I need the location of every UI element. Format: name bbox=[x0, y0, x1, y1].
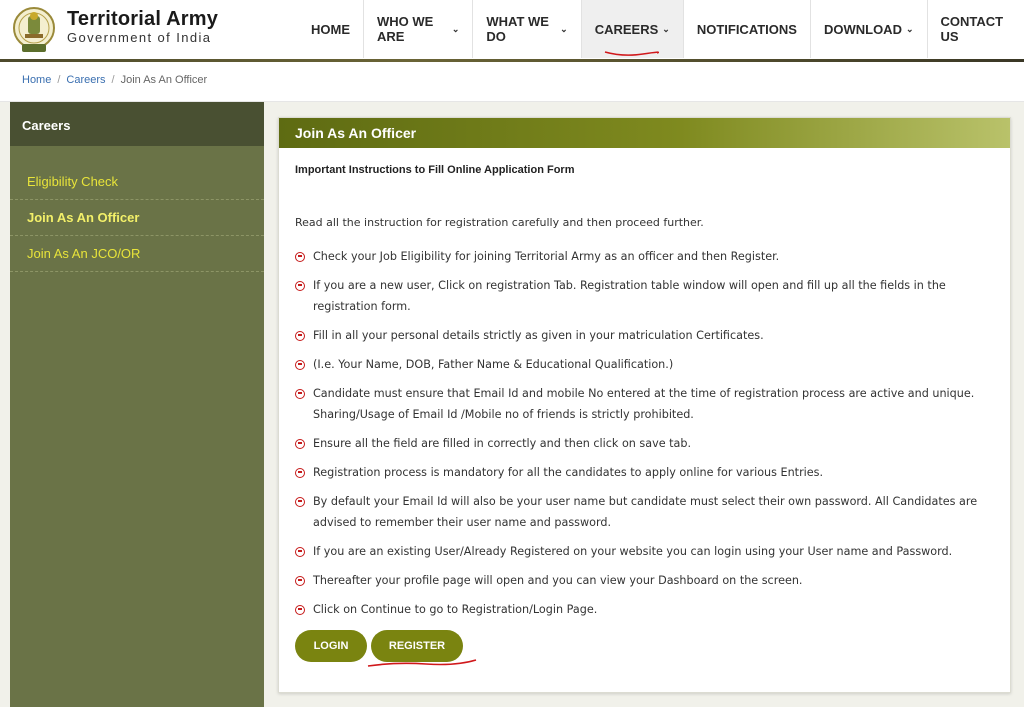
minus-circle-icon bbox=[295, 383, 311, 404]
nav-notifications[interactable]: NOTIFICATIONS bbox=[682, 0, 810, 58]
national-emblem-icon[interactable] bbox=[12, 4, 56, 56]
minus-circle-icon bbox=[295, 599, 311, 620]
minus-circle-icon bbox=[295, 354, 311, 375]
nav-home[interactable]: HOME bbox=[298, 0, 363, 58]
list-item-text: Click on Continue to go to Registration/… bbox=[313, 603, 598, 616]
list-item-text: (I.e. Your Name, DOB, Father Name & Educ… bbox=[313, 358, 674, 371]
main-nav: HOME WHO WE ARE ⌄ WHAT WE DO ⌄ CAREERS ⌄ NO… bbox=[298, 0, 1024, 58]
list-item: If you are a new user, Click on registra… bbox=[295, 275, 995, 317]
sidebar-item-eligibility-check[interactable]: Eligibility Check bbox=[10, 164, 264, 200]
sidebar-item-join-as-officer[interactable]: Join As An Officer bbox=[10, 200, 264, 236]
instructions-heading: Important Instructions to Fill Online Ap… bbox=[295, 164, 575, 176]
minus-circle-icon bbox=[295, 433, 311, 454]
breadcrumb-bar: Home / Careers / Join As An Officer bbox=[0, 62, 1024, 102]
list-item: Ensure all the field are filled in corre… bbox=[295, 433, 995, 454]
chevron-down-icon: ⌄ bbox=[451, 23, 460, 34]
list-item: Thereafter your profile page will open a… bbox=[295, 570, 995, 591]
nav-download[interactable]: DOWNLOAD ⌄ bbox=[809, 0, 927, 58]
sidebar-list: Eligibility Check Join As An Officer Joi… bbox=[10, 164, 264, 272]
list-item: If you are an existing User/Already Regi… bbox=[295, 541, 995, 562]
instructions-intro: Read all the instruction for registratio… bbox=[295, 216, 704, 229]
minus-circle-icon bbox=[295, 491, 311, 512]
login-button[interactable]: LOGIN bbox=[295, 630, 367, 662]
site-header: Territorial Army Government of India HOM… bbox=[0, 0, 1024, 62]
chevron-down-icon: ⌄ bbox=[662, 23, 670, 34]
nav-home-label: HOME bbox=[311, 21, 350, 37]
nav-contact-us[interactable]: CONTACT US bbox=[926, 0, 1024, 58]
list-item-text: Check your Job Eligibility for joining T… bbox=[313, 250, 780, 263]
minus-circle-icon bbox=[295, 570, 311, 591]
chevron-down-icon: ⌄ bbox=[560, 23, 568, 34]
list-item-text: Thereafter your profile page will open a… bbox=[313, 574, 803, 587]
nav-contact-us-label: CONTACT US bbox=[940, 14, 1004, 44]
sidebar-heading: Careers bbox=[10, 102, 264, 146]
minus-circle-icon bbox=[295, 325, 311, 346]
nav-careers-label: CAREERS bbox=[594, 21, 659, 37]
breadcrumb: Home / Careers / Join As An Officer bbox=[22, 74, 207, 86]
chevron-down-icon: ⌄ bbox=[905, 23, 914, 34]
minus-circle-icon bbox=[295, 275, 311, 296]
sidebar: Careers Eligibility Check Join As An Off… bbox=[10, 102, 264, 707]
list-item: Registration process is mandatory for al… bbox=[295, 462, 995, 483]
nav-download-label: DOWNLOAD bbox=[823, 21, 902, 37]
minus-circle-icon bbox=[295, 541, 311, 562]
list-item-text: If you are an existing User/Already Regi… bbox=[313, 545, 953, 558]
list-item-text: Fill in all your personal details strict… bbox=[313, 329, 764, 342]
list-item-text: Candidate must ensure that Email Id and … bbox=[313, 387, 975, 421]
breadcrumb-separator: / bbox=[57, 74, 61, 86]
brand-subtitle: Government of India bbox=[67, 30, 212, 45]
panel-title: Join As An Officer bbox=[279, 118, 1010, 148]
minus-circle-icon bbox=[295, 246, 311, 267]
nav-notifications-label: NOTIFICATIONS bbox=[696, 21, 797, 37]
breadcrumb-separator: / bbox=[111, 74, 115, 86]
list-item: Candidate must ensure that Email Id and … bbox=[295, 383, 995, 425]
register-annotation-underline bbox=[367, 659, 477, 667]
instructions-panel: Join As An Officer Important Instruction… bbox=[278, 117, 1011, 693]
list-item: (I.e. Your Name, DOB, Father Name & Educ… bbox=[295, 354, 995, 375]
instructions-list: Check your Job Eligibility for joining T… bbox=[295, 246, 995, 628]
breadcrumb-careers[interactable]: Careers bbox=[66, 74, 105, 86]
nav-who-we-are[interactable]: WHO WE ARE ⌄ bbox=[363, 0, 472, 58]
breadcrumb-home[interactable]: Home bbox=[22, 74, 51, 86]
list-item-text: Ensure all the field are filled in corre… bbox=[313, 437, 692, 450]
list-item-text: If you are a new user, Click on registra… bbox=[313, 279, 946, 313]
nav-who-we-are-label: WHO WE ARE bbox=[377, 14, 434, 44]
nav-what-we-do-label: WHAT WE DO bbox=[486, 14, 549, 44]
careers-annotation-underline bbox=[604, 51, 659, 56]
minus-circle-icon bbox=[295, 462, 311, 483]
sidebar-item-join-as-jco-or[interactable]: Join As An JCO/OR bbox=[10, 236, 264, 272]
list-item: By default your Email Id will also be yo… bbox=[295, 491, 995, 533]
breadcrumb-current: Join As An Officer bbox=[120, 74, 208, 86]
list-item-text: Registration process is mandatory for al… bbox=[313, 466, 824, 479]
list-item: Check your Job Eligibility for joining T… bbox=[295, 246, 995, 267]
brand-title[interactable]: Territorial Army bbox=[67, 8, 218, 31]
list-item: Fill in all your personal details strict… bbox=[295, 325, 995, 346]
list-item-text: By default your Email Id will also be yo… bbox=[313, 495, 978, 529]
list-item: Click on Continue to go to Registration/… bbox=[295, 599, 995, 620]
nav-what-we-do[interactable]: WHAT WE DO ⌄ bbox=[472, 0, 580, 58]
